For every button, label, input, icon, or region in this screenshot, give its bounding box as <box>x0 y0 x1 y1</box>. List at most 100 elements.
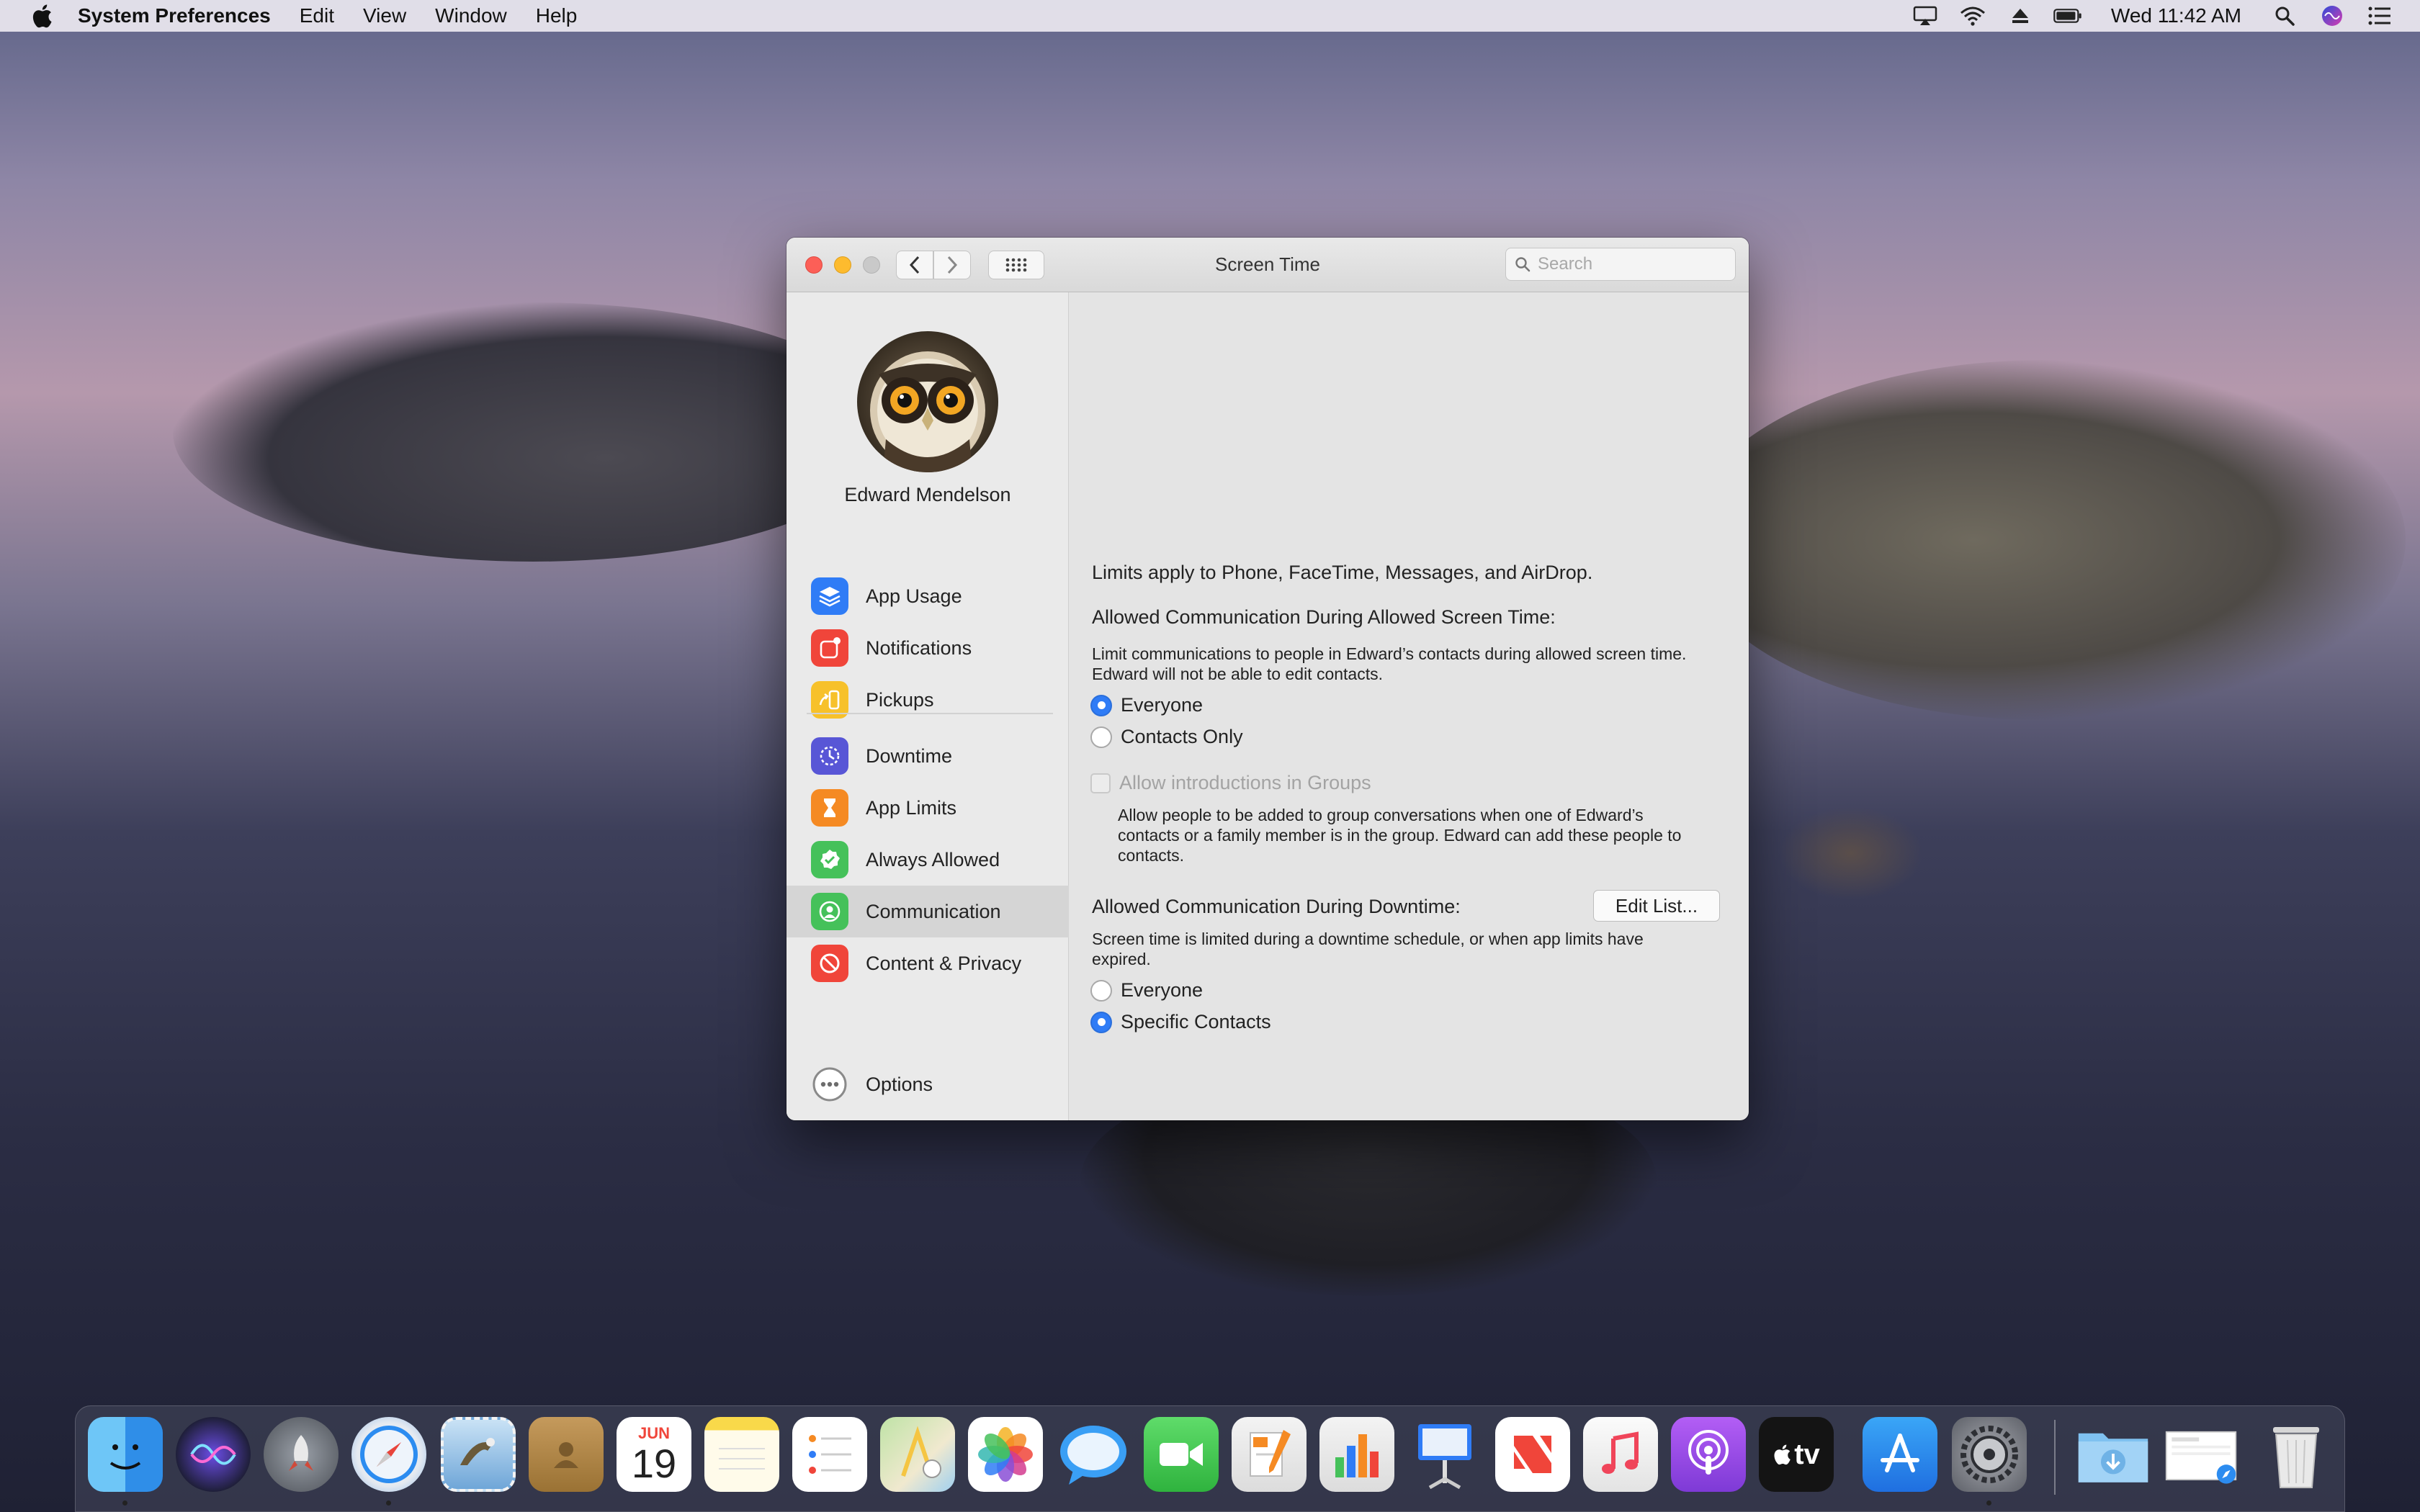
checkbox-label: Allow introductions in Groups <box>1119 772 1371 793</box>
section1-title: Allowed Communication During Allowed Scr… <box>1092 606 1556 628</box>
radio-button[interactable] <box>1090 726 1112 748</box>
maps-icon[interactable] <box>880 1417 955 1492</box>
groups-description-line: Allow people to be added to group conver… <box>1118 806 1644 824</box>
groups-description: Allow people to be added to group conver… <box>1118 805 1681 865</box>
dock-separator <box>2054 1420 2056 1495</box>
menu-bar: System Preferences Edit View Window Help… <box>0 0 2420 32</box>
messages-icon[interactable] <box>1056 1417 1131 1492</box>
app-name-menu[interactable]: System Preferences <box>78 4 271 27</box>
wifi-icon[interactable] <box>1958 5 1987 27</box>
pages-icon[interactable] <box>1232 1417 1307 1492</box>
wallpaper-hill-left <box>173 302 893 562</box>
menu-help[interactable]: Help <box>536 4 578 27</box>
sidebar-item-pickups[interactable]: Pickups <box>786 674 1069 726</box>
search-input[interactable] <box>1538 254 1725 274</box>
sidebar-item-label: Communication <box>866 900 1001 922</box>
facetime-icon[interactable] <box>1144 1417 1219 1492</box>
calendar-day: 19 <box>631 1441 677 1486</box>
notes-icon[interactable] <box>704 1417 779 1492</box>
news-icon[interactable] <box>1495 1417 1570 1492</box>
eject-icon[interactable] <box>2006 5 2035 27</box>
groups-description-line: contacts or a family member is in the gr… <box>1118 826 1682 845</box>
system-preferences-icon[interactable] <box>1952 1417 2027 1492</box>
sidebar-item-label: Downtime <box>866 744 953 767</box>
menubar-clock[interactable]: Wed 11:42 AM <box>2111 4 2241 27</box>
spotlight-search-icon[interactable] <box>2270 5 2299 27</box>
menu-view[interactable]: View <box>363 4 406 27</box>
radio-button[interactable] <box>1090 979 1112 1002</box>
keynote-icon[interactable] <box>1407 1417 1482 1492</box>
section2-description-line: Screen time is limited during a downtime… <box>1092 930 1644 948</box>
radio-label: Specific Contacts <box>1121 1011 1271 1032</box>
radio-everyone[interactable]: Everyone <box>1090 694 1203 716</box>
section2-description: Screen time is limited during a downtime… <box>1092 929 1644 969</box>
sidebar-item-label: App Limits <box>866 796 957 819</box>
podcasts-icon[interactable] <box>1671 1417 1746 1492</box>
radio-downtime-everyone[interactable]: Everyone <box>1090 979 1203 1002</box>
menu-window[interactable]: Window <box>435 4 507 27</box>
checkmark-badge-icon <box>811 841 848 878</box>
radio-button-selected[interactable] <box>1090 1011 1112 1033</box>
app-store-icon[interactable] <box>1863 1417 1937 1492</box>
section2-title: Allowed Communication During Downtime: <box>1092 896 1461 917</box>
user-avatar[interactable] <box>857 331 998 472</box>
checkbox-disabled <box>1090 773 1111 793</box>
finder-icon[interactable] <box>88 1417 163 1492</box>
window-titlebar: Screen Time <box>786 238 1749 292</box>
edit-list-button[interactable]: Edit List... <box>1593 890 1720 922</box>
downloads-folder-icon[interactable] <box>2076 1417 2151 1492</box>
search-icon <box>1515 257 1531 272</box>
notification-center-icon[interactable] <box>2365 5 2394 27</box>
sidebar-item-label: Pickups <box>866 688 934 711</box>
radio-contacts-only[interactable]: Contacts Only <box>1090 726 1243 748</box>
sidebar-item-always-allowed[interactable]: Always Allowed <box>786 834 1069 886</box>
sidebar-item-app-limits[interactable]: App Limits <box>786 782 1069 834</box>
menu-edit[interactable]: Edit <box>300 4 334 27</box>
section1-description-line: Edward will not be able to edit contacts… <box>1092 665 1384 683</box>
safari-icon[interactable] <box>351 1417 426 1492</box>
layers-icon <box>811 577 848 615</box>
communication-pane: Limits apply to Phone, FaceTime, Message… <box>1069 292 1749 1120</box>
apple-logo-icon <box>1774 1444 1791 1465</box>
screen-time-window: Screen Time Search Edward Mendelson App … <box>786 238 1749 1120</box>
radio-specific-contacts[interactable]: Specific Contacts <box>1090 1011 1271 1033</box>
section1-description-line: Limit communications to people in Edward… <box>1092 644 1687 663</box>
user-name: Edward Mendelson <box>844 484 1011 505</box>
sidebar-item-content-privacy[interactable]: Content & Privacy <box>786 937 1069 989</box>
hourglass-icon <box>811 789 848 827</box>
launchpad-icon[interactable] <box>264 1417 339 1492</box>
safari-running-indicator <box>386 1500 391 1506</box>
sidebar-options-button[interactable]: Options <box>786 1058 1069 1110</box>
calendar-icon[interactable]: JUN 19 <box>617 1417 691 1492</box>
safari-document-stack-icon[interactable] <box>2164 1417 2238 1492</box>
groups-description-line: contacts. <box>1118 846 1185 865</box>
numbers-icon[interactable] <box>1319 1417 1394 1492</box>
reminders-icon[interactable] <box>792 1417 867 1492</box>
sidebar-item-app-usage[interactable]: App Usage <box>786 570 1069 622</box>
sidebar-item-communication[interactable]: Communication <box>786 886 1069 937</box>
airplay-icon[interactable] <box>1911 5 1940 27</box>
battery-icon[interactable] <box>2053 5 2082 27</box>
contact-icon <box>811 893 848 930</box>
sidebar-item-notifications[interactable]: Notifications <box>786 622 1069 674</box>
wallpaper-rock <box>1779 806 1923 900</box>
mail-icon[interactable] <box>441 1417 516 1492</box>
radio-button-selected[interactable] <box>1090 694 1112 716</box>
apple-tv-label: tv <box>1794 1438 1820 1470</box>
section1-description: Limit communications to people in Edward… <box>1092 644 1686 684</box>
sidebar: Edward Mendelson App Usage Notifications… <box>786 292 1069 1120</box>
trash-icon[interactable] <box>2259 1417 2334 1492</box>
photos-icon[interactable] <box>968 1417 1043 1492</box>
intro-text: Limits apply to Phone, FaceTime, Message… <box>1092 562 1593 583</box>
search-field[interactable] <box>1505 248 1736 281</box>
music-icon[interactable] <box>1583 1417 1658 1492</box>
notification-icon <box>811 629 848 667</box>
prohibited-icon <box>811 945 848 982</box>
apple-menu-icon[interactable] <box>27 1 56 30</box>
siri-icon[interactable] <box>2318 5 2347 27</box>
sidebar-item-downtime[interactable]: Downtime <box>786 730 1069 782</box>
contacts-icon[interactable] <box>529 1417 604 1492</box>
siri-app-icon[interactable] <box>176 1417 251 1492</box>
system-preferences-running-indicator <box>1986 1500 1991 1506</box>
apple-tv-icon[interactable]: tv <box>1759 1417 1834 1492</box>
